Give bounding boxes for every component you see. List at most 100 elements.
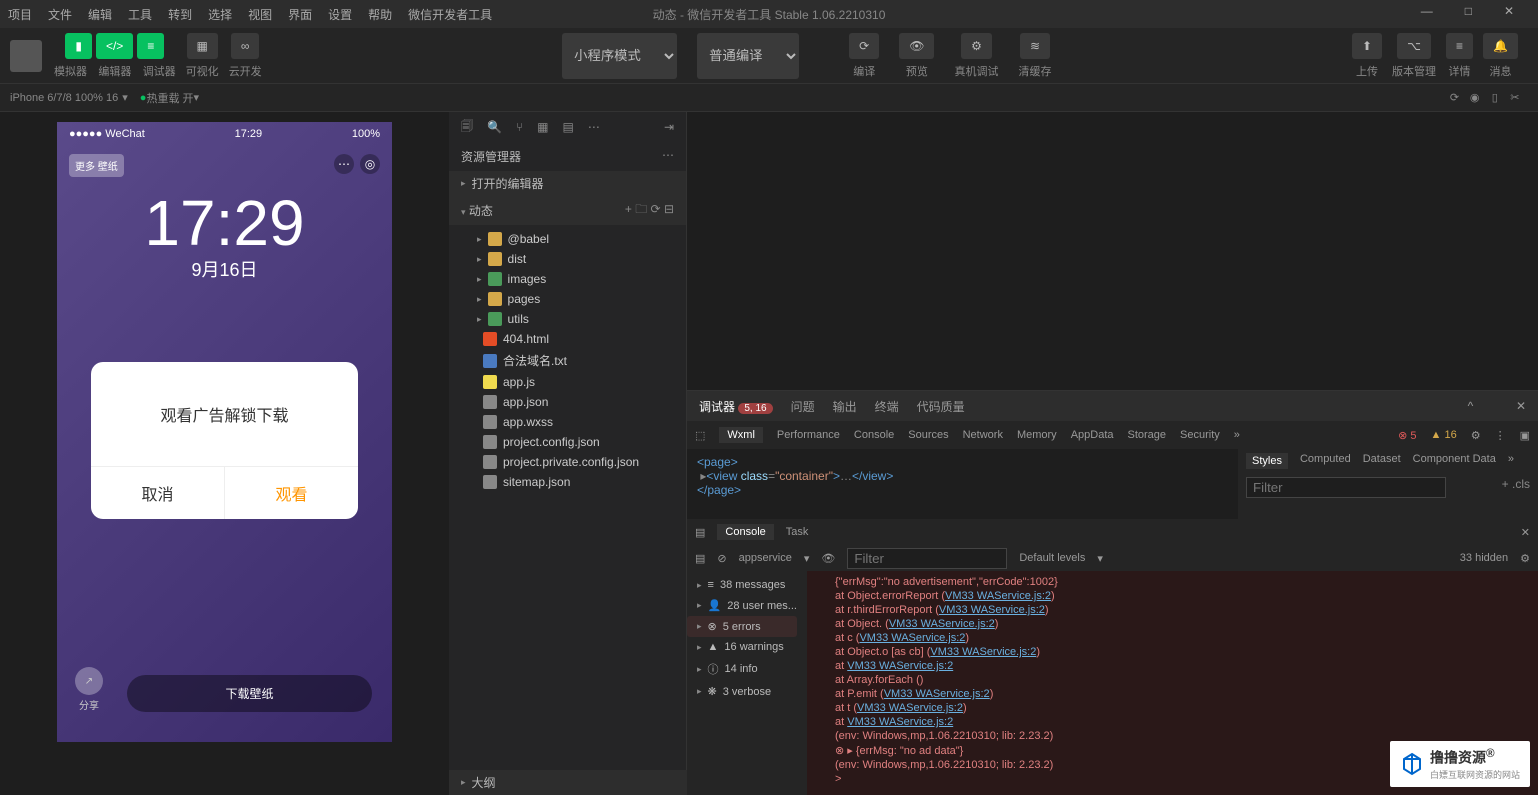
menu-item[interactable]: 帮助	[368, 6, 392, 23]
tool-console[interactable]: Console	[854, 429, 894, 441]
tab-debugger[interactable]: 调试器 5, 16	[699, 398, 773, 415]
device-info[interactable]: iPhone 6/7/8 100% 16	[10, 92, 118, 104]
menu-item[interactable]: 编辑	[88, 6, 112, 23]
capsule-menu-icon[interactable]: ⋯	[334, 154, 354, 174]
menu-item[interactable]: 界面	[288, 6, 312, 23]
simulator-button[interactable]: ▮	[65, 33, 92, 59]
list-icon[interactable]: ▤	[563, 120, 574, 134]
sidebar-toggle-icon[interactable]: ▤	[695, 526, 705, 539]
clear-cache-button[interactable]: ≋	[1020, 33, 1050, 59]
visual-button[interactable]: ▦	[187, 33, 218, 59]
debugger-button[interactable]: ≡	[137, 33, 164, 59]
menu-item[interactable]: 转到	[168, 6, 192, 23]
tree-node[interactable]: ▸images	[449, 269, 686, 289]
dialog-cancel-button[interactable]: 取消	[91, 467, 225, 519]
tool-network[interactable]: Network	[963, 429, 1003, 441]
console-filter[interactable]	[847, 548, 1007, 569]
gear-icon[interactable]: ⚙	[1471, 429, 1481, 442]
inspect-icon[interactable]: ⬚	[695, 429, 705, 442]
more-icon[interactable]: ⋮	[1495, 429, 1506, 442]
maximize-icon[interactable]: □	[1465, 4, 1472, 18]
more-icon[interactable]: ⋯	[662, 148, 674, 165]
compile-button[interactable]: ⟳	[849, 33, 879, 59]
clear-icon[interactable]: ⊘	[717, 552, 726, 565]
outline[interactable]: 大纲	[472, 774, 496, 791]
close-icon[interactable]: ✕	[1516, 399, 1526, 413]
close-drawer-icon[interactable]: ✕	[1521, 526, 1530, 539]
console-filter-item[interactable]: ▸❋3 verbose	[687, 681, 807, 702]
styles-filter[interactable]	[1246, 477, 1446, 498]
tree-node[interactable]: ▸utils	[449, 309, 686, 329]
refresh-icon[interactable]: ⟳	[1448, 91, 1462, 105]
real-debug-button[interactable]: ⚙	[961, 33, 992, 59]
tool-performance[interactable]: Performance	[777, 429, 840, 441]
console-filter-item[interactable]: ▸≡38 messages	[687, 575, 807, 595]
tool-storage[interactable]: Storage	[1128, 429, 1167, 441]
tool-appdata[interactable]: AppData	[1071, 429, 1114, 441]
message-button[interactable]: 🔔	[1483, 33, 1518, 59]
console-filter-item[interactable]: ▸👤28 user mes...	[687, 595, 807, 616]
phone-icon[interactable]: ▯	[1488, 91, 1502, 105]
tab-codequality[interactable]: 代码质量	[917, 398, 965, 415]
tab-console[interactable]: Console	[717, 524, 773, 540]
cut-icon[interactable]: ✂	[1508, 91, 1522, 105]
phone-screen[interactable]: ●●●●● WeChat17:29100% 更多 壁纸 ⋯◎ 17:299月16…	[57, 122, 392, 742]
tab-problems[interactable]: 问题	[791, 398, 815, 415]
project-name[interactable]: 动态	[469, 204, 493, 218]
tab-compdata[interactable]: Component Data	[1413, 453, 1496, 469]
menu-item[interactable]: 文件	[48, 6, 72, 23]
capsule-close-icon[interactable]: ◎	[360, 154, 380, 174]
avatar[interactable]	[10, 40, 42, 72]
chevron-up-icon[interactable]: ^	[1468, 399, 1474, 413]
tree-node[interactable]: ▸@babel	[449, 229, 686, 249]
more-icon[interactable]: »	[1508, 453, 1514, 469]
collapse-icon[interactable]: ⇥	[664, 120, 674, 134]
warning-count[interactable]: ▲ 16	[1431, 429, 1457, 441]
dialog-ok-button[interactable]: 观看	[225, 467, 358, 519]
sidebar-toggle-icon[interactable]: ▤	[695, 552, 705, 565]
tree-node[interactable]: ▸dist	[449, 249, 686, 269]
console-filter-item[interactable]: ▸▲16 warnings	[687, 637, 807, 657]
menu-item[interactable]: 工具	[128, 6, 152, 23]
download-button[interactable]: 下载壁纸	[127, 675, 372, 712]
tool-security[interactable]: Security	[1180, 429, 1220, 441]
detail-button[interactable]: ≡	[1446, 33, 1473, 59]
error-count[interactable]: ⊗ 5	[1398, 429, 1416, 442]
wxml-panel[interactable]: <page> ▸<view class="container">…</view>…	[687, 449, 1238, 519]
menu-item[interactable]: 项目	[8, 6, 32, 23]
open-editors[interactable]: 打开的编辑器	[472, 175, 544, 192]
minimize-icon[interactable]: —	[1421, 4, 1433, 18]
cloud-button[interactable]: ∞	[231, 33, 260, 59]
tree-node[interactable]: project.private.config.json	[449, 452, 686, 472]
gear-icon[interactable]: ⚙	[1520, 552, 1530, 565]
more-tools-icon[interactable]: »	[1234, 429, 1240, 441]
tab-dataset[interactable]: Dataset	[1363, 453, 1401, 469]
menu-item[interactable]: 设置	[328, 6, 352, 23]
editor-button[interactable]: </>	[96, 33, 133, 59]
preview-button[interactable]: 👁	[899, 33, 934, 59]
more-icon[interactable]: ⋯	[588, 120, 600, 134]
compile-select[interactable]: 普通编译	[697, 33, 799, 79]
console-filter-item[interactable]: ▸ⓘ14 info	[687, 657, 807, 681]
tool-sources[interactable]: Sources	[908, 429, 948, 441]
tree-node[interactable]: project.config.json	[449, 432, 686, 452]
tab-styles[interactable]: Styles	[1246, 453, 1288, 469]
tab-task[interactable]: Task	[786, 526, 809, 538]
context-select[interactable]: appservice	[739, 552, 792, 564]
hot-reload[interactable]: 热重载 开	[146, 90, 193, 106]
record-icon[interactable]: ◉	[1468, 91, 1482, 105]
tree-node[interactable]: app.json	[449, 392, 686, 412]
dock-icon[interactable]: ▣	[1520, 429, 1530, 442]
eye-icon[interactable]: 👁	[821, 552, 835, 565]
tab-computed[interactable]: Computed	[1300, 453, 1351, 469]
mode-select[interactable]: 小程序模式	[562, 33, 677, 79]
version-button[interactable]: ⌥	[1397, 33, 1431, 59]
share-button[interactable]: ↗分享	[75, 667, 103, 712]
tree-node[interactable]: 合法域名.txt	[449, 349, 686, 372]
ext-icon[interactable]: ▦	[537, 120, 548, 134]
console-filter-item[interactable]: ▸⊗5 errors	[687, 616, 797, 637]
tool-memory[interactable]: Memory	[1017, 429, 1057, 441]
tree-node[interactable]: sitemap.json	[449, 472, 686, 492]
tree-node[interactable]: 404.html	[449, 329, 686, 349]
menu-item[interactable]: 选择	[208, 6, 232, 23]
